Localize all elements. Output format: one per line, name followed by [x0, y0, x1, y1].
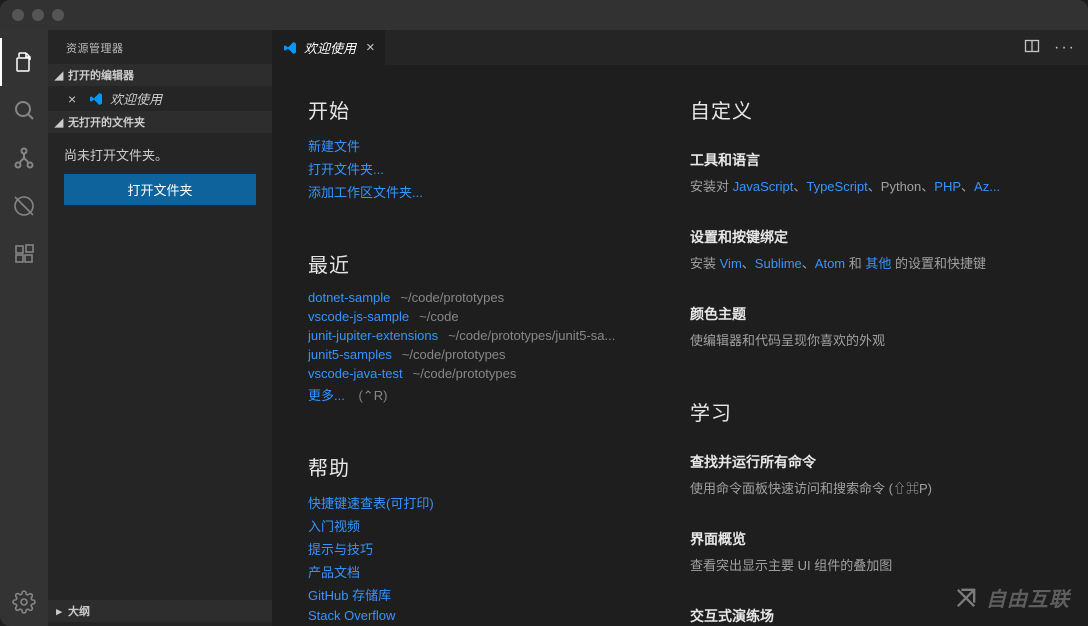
debug-icon[interactable] [0, 182, 48, 230]
tab-welcome[interactable]: 欢迎使用 × [272, 30, 386, 65]
tools-lang-desc: 安装对 JavaScript、TypeScript、Python、PHP、Az.… [690, 176, 1052, 195]
recent-item[interactable]: junit5-samples ~/code/prototypes [308, 347, 670, 362]
tab-bar: 欢迎使用 × ··· [272, 30, 1088, 65]
recent-name[interactable]: vscode-js-sample [308, 309, 409, 324]
vscode-file-icon [88, 91, 104, 107]
recent-item[interactable]: vscode-js-sample ~/code [308, 309, 670, 324]
chevron-down-icon: ◢ [52, 116, 66, 129]
tab-label: 欢迎使用 [304, 38, 356, 57]
start-header: 开始 [308, 95, 670, 124]
lang-js-link[interactable]: JavaScript [733, 179, 794, 194]
recent-item[interactable]: dotnet-sample ~/code/prototypes [308, 290, 670, 305]
search-icon[interactable] [0, 86, 48, 134]
lang-az-link[interactable]: Az... [974, 179, 1000, 194]
split-editor-icon[interactable] [1024, 38, 1040, 57]
recent-path: ~/code/prototypes [400, 290, 504, 305]
keybindings-title: 设置和按键绑定 [690, 227, 1052, 247]
no-folder-msg: 尚未打开文件夹。 [64, 145, 256, 164]
help-link[interactable]: 提示与技巧 [308, 542, 373, 557]
lang-php-link[interactable]: PHP [934, 179, 961, 194]
welcome-page: 开始 新建文件 打开文件夹... 添加工作区文件夹... 最近 dotnet-s… [272, 65, 1088, 626]
recent-header: 最近 [308, 249, 670, 278]
titlebar [0, 0, 1088, 30]
open-editor-item[interactable]: × 欢迎使用 [48, 86, 272, 111]
no-folder-header[interactable]: ◢ 无打开的文件夹 [48, 111, 272, 133]
recent-name[interactable]: junit-jupiter-extensions [308, 328, 438, 343]
help-link[interactable]: Stack Overflow [308, 608, 395, 623]
chevron-right-icon: ▸ [52, 605, 66, 618]
close-icon[interactable]: × [68, 91, 82, 107]
open-editors-header[interactable]: ◢ 打开的编辑器 [48, 64, 272, 86]
customize-header: 自定义 [690, 95, 1052, 124]
recent-name[interactable]: vscode-java-test [308, 366, 403, 381]
help-link[interactable]: 产品文档 [308, 565, 360, 580]
learn-overview-title: 界面概览 [690, 529, 1052, 549]
recent-name[interactable]: dotnet-sample [308, 290, 390, 305]
recent-more-link[interactable]: 更多... [308, 388, 345, 403]
recent-item[interactable]: vscode-java-test ~/code/prototypes [308, 366, 670, 381]
new-file-link[interactable]: 新建文件 [308, 139, 360, 154]
section-label: 打开的编辑器 [68, 67, 134, 83]
section-label: 无打开的文件夹 [68, 114, 145, 130]
tools-lang-title: 工具和语言 [690, 150, 1052, 170]
open-folder-button[interactable]: 打开文件夹 [64, 174, 256, 205]
learn-header: 学习 [690, 397, 1052, 426]
learn-cmd-title: 查找并运行所有命令 [690, 452, 1052, 472]
keybindings-desc: 安装 Vim、Sublime、Atom 和 其他 的设置和快捷键 [690, 253, 1052, 272]
theme-title: 颜色主题 [690, 304, 1052, 324]
recent-path: ~/code/prototypes [413, 366, 517, 381]
traffic-close[interactable] [12, 9, 24, 21]
explorer-icon[interactable] [0, 38, 48, 86]
keymap-other-link[interactable]: 其他 [865, 256, 891, 271]
help-link[interactable]: 快捷键速查表(可打印) [308, 496, 434, 511]
more-actions-icon[interactable]: ··· [1054, 39, 1076, 57]
learn-overview-desc: 查看突出显示主要 UI 组件的叠加图 [690, 555, 1052, 574]
help-header: 帮助 [308, 452, 670, 481]
outline-header[interactable]: ▸ 大纲 [48, 600, 272, 622]
recent-path: ~/code/prototypes [402, 347, 506, 362]
lang-ts-link[interactable]: TypeScript [806, 179, 867, 194]
recent-item[interactable]: junit-jupiter-extensions ~/code/prototype… [308, 328, 670, 343]
section-label: 大纲 [68, 603, 90, 619]
close-icon[interactable]: × [362, 39, 375, 56]
open-editor-label: 欢迎使用 [110, 89, 162, 108]
editor-area: 欢迎使用 × ··· 开始 新建文件 打开文件夹... [272, 30, 1088, 626]
settings-gear-icon[interactable] [0, 578, 48, 626]
keymap-atom-link[interactable]: Atom [815, 256, 845, 271]
extensions-icon[interactable] [0, 230, 48, 278]
recent-path: ~/code [419, 309, 458, 324]
recent-more-key: (⌃R) [358, 388, 387, 403]
keymap-vim-link[interactable]: Vim [720, 256, 742, 271]
vscode-file-icon [282, 40, 298, 56]
learn-playground-title: 交互式演练场 [690, 606, 1052, 626]
help-link[interactable]: 入门视频 [308, 519, 360, 534]
activity-bar [0, 30, 48, 626]
traffic-zoom[interactable] [52, 9, 64, 21]
traffic-minimize[interactable] [32, 9, 44, 21]
chevron-down-icon: ◢ [52, 69, 66, 82]
open-folder-link[interactable]: 打开文件夹... [308, 162, 384, 177]
sidebar-title: 资源管理器 [48, 30, 272, 64]
help-link[interactable]: GitHub 存储库 [308, 588, 391, 603]
keymap-sublime-link[interactable]: Sublime [755, 256, 802, 271]
sidebar: 资源管理器 ◢ 打开的编辑器 × 欢迎使用 ◢ 无打开的文件夹 尚未打开文件夹。… [48, 30, 272, 626]
recent-name[interactable]: junit5-samples [308, 347, 392, 362]
theme-desc: 使编辑器和代码呈现你喜欢的外观 [690, 330, 1052, 349]
add-workspace-link[interactable]: 添加工作区文件夹... [308, 185, 423, 200]
source-control-icon[interactable] [0, 134, 48, 182]
recent-path: ~/code/prototypes/junit5-sa... [448, 328, 615, 343]
learn-cmd-desc: 使用命令面板快速访问和搜索命令 (⇧⌘P) [690, 478, 1052, 497]
